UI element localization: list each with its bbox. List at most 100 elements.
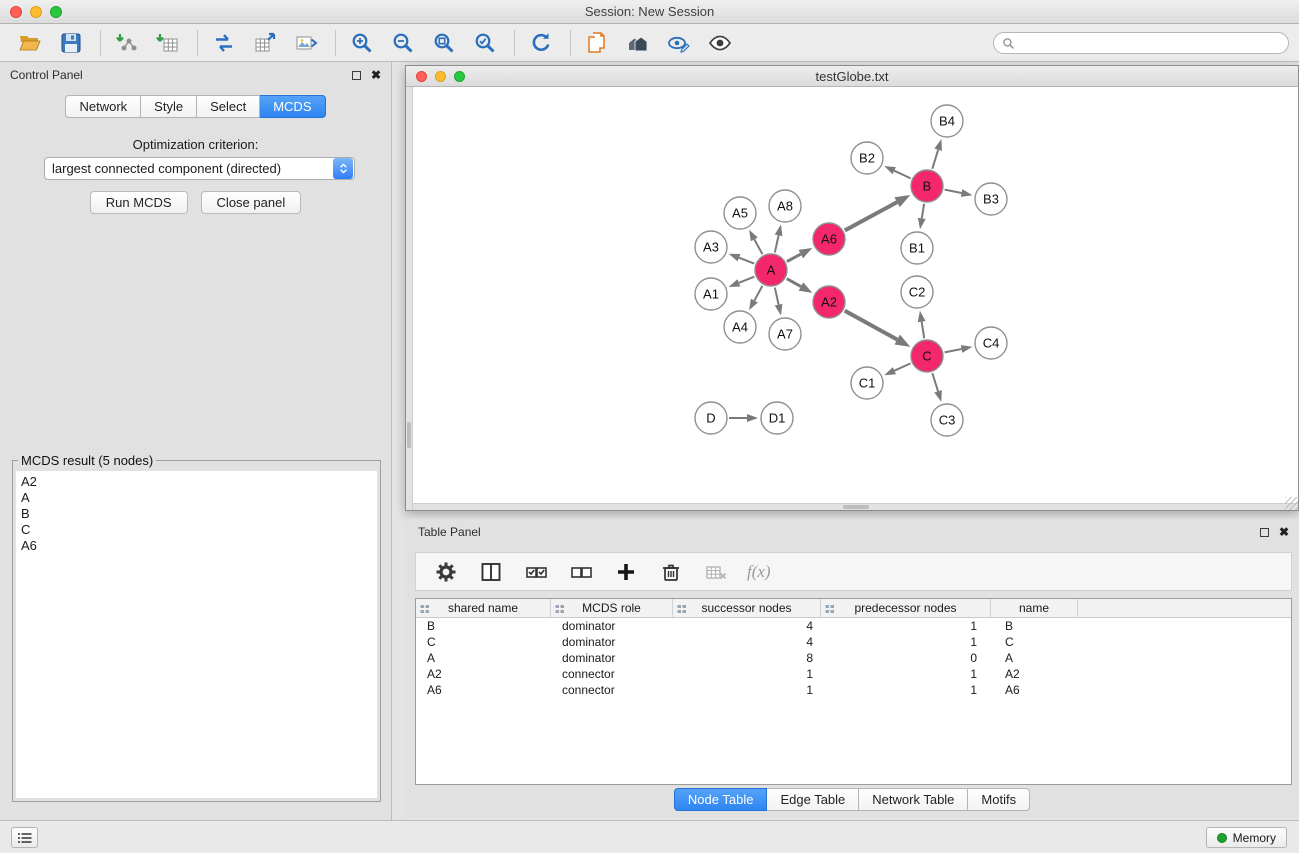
panel-list-button[interactable] (11, 827, 38, 848)
column-visibility-icon[interactable] (475, 557, 507, 587)
optimization-criterion-select[interactable]: largest connected component (directed) (44, 157, 355, 180)
table-row[interactable]: B dominator 4 1 B (416, 618, 1291, 634)
graph-edge-A-A2[interactable] (787, 279, 801, 287)
graph-node-C[interactable]: C (911, 340, 943, 372)
column-header-successor-nodes[interactable]: successor nodes (673, 599, 821, 617)
delete-table-icon[interactable] (700, 557, 732, 587)
close-panel-icon[interactable]: ✖ (1279, 526, 1289, 538)
graph-edge-B-B2[interactable] (894, 171, 911, 179)
graph-edge-C-C1[interactable] (894, 363, 910, 370)
zoom-in-icon[interactable] (346, 28, 378, 58)
zoom-out-icon[interactable] (387, 28, 419, 58)
resize-corner[interactable] (1285, 497, 1298, 510)
graph-node-A7[interactable]: A7 (769, 318, 801, 350)
tab-style[interactable]: Style (141, 95, 197, 118)
graph-node-C3[interactable]: C3 (931, 404, 963, 436)
search-input[interactable] (1020, 34, 1288, 52)
graph-node-A1[interactable]: A1 (695, 278, 727, 310)
select-all-icon[interactable] (520, 557, 552, 587)
apply-layout-icon[interactable] (525, 28, 557, 58)
graph-node-A6[interactable]: A6 (813, 223, 845, 255)
close-panel-button[interactable]: Close panel (201, 191, 302, 214)
import-table-icon[interactable] (152, 28, 184, 58)
delete-row-icon[interactable] (655, 557, 687, 587)
graph-node-A2[interactable]: A2 (813, 286, 845, 318)
zoom-selected-icon[interactable] (469, 28, 501, 58)
table-row[interactable]: C dominator 4 1 C (416, 634, 1291, 650)
table-row[interactable]: A6 connector 1 1 A6 (416, 682, 1291, 698)
column-header-name[interactable]: name (991, 599, 1078, 617)
network-canvas[interactable]: B4 B2 B B3 A5 A8 A6 B1 A3 A A1 C2 A2 A4 A7 C C4 C1 C3 D D1 (406, 87, 1298, 510)
save-session-icon[interactable] (55, 28, 87, 58)
graph-node-A4[interactable]: A4 (724, 311, 756, 343)
graph-edge-B-B3[interactable] (945, 190, 962, 193)
mcds-result-list[interactable]: A2 A B C A6 (16, 471, 377, 798)
import-network-icon[interactable] (111, 28, 143, 58)
export-network-icon[interactable] (208, 28, 240, 58)
graph-node-A5[interactable]: A5 (724, 197, 756, 229)
graph-node-C1[interactable]: C1 (851, 367, 883, 399)
graph-edge-A-A1[interactable] (739, 277, 754, 283)
graph-edge-B-B4[interactable] (932, 150, 938, 169)
column-header-shared-name[interactable]: shared name (416, 599, 551, 617)
tab-network[interactable]: Network (65, 95, 141, 118)
network-window-titlebar[interactable]: testGlobe.txt (406, 66, 1298, 87)
gripper-handle[interactable] (843, 505, 869, 509)
graph-node-A8[interactable]: A8 (769, 190, 801, 222)
graph-node-B3[interactable]: B3 (975, 183, 1007, 215)
float-panel-icon[interactable] (352, 71, 361, 80)
graph-node-A[interactable]: A (755, 254, 787, 286)
open-file-icon[interactable] (14, 28, 46, 58)
graph-node-B4[interactable]: B4 (931, 105, 963, 137)
graph-node-B2[interactable]: B2 (851, 142, 883, 174)
graph-edge-A-A6[interactable] (787, 254, 801, 261)
graph-edge-A6-B[interactable] (845, 202, 897, 230)
graph-node-D1[interactable]: D1 (761, 402, 793, 434)
tab-mcds[interactable]: MCDS (260, 95, 325, 118)
graph-node-B1[interactable]: B1 (901, 232, 933, 264)
graph-edge-A-A7[interactable] (775, 288, 779, 305)
graph-edge-C-C4[interactable] (945, 349, 962, 352)
tab-node-table[interactable]: Node Table (674, 788, 768, 811)
open-recent-session-icon[interactable] (581, 28, 613, 58)
unselect-all-icon[interactable] (565, 557, 597, 587)
graph-node-D[interactable]: D (695, 402, 727, 434)
graph-node-C4[interactable]: C4 (975, 327, 1007, 359)
network-graph[interactable]: B4 B2 B B3 A5 A8 A6 B1 A3 A A1 C2 A2 A4 A7 C C4 C1 C3 D D1 (413, 87, 1298, 503)
table-row[interactable]: A2 connector 1 1 A2 (416, 666, 1291, 682)
tab-motifs[interactable]: Motifs (968, 788, 1030, 811)
close-panel-icon[interactable]: ✖ (371, 69, 381, 81)
graph-edge-A-A3[interactable] (739, 258, 754, 264)
home-icon[interactable] (622, 28, 654, 58)
graph-edge-A2-C[interactable] (845, 311, 897, 340)
export-image-icon[interactable] (290, 28, 322, 58)
apply-function-icon[interactable]: f(x) (747, 562, 771, 582)
graph-edge-A-A4[interactable] (754, 286, 762, 301)
graph-edge-C-C3[interactable] (932, 373, 938, 391)
memory-button[interactable]: Memory (1206, 827, 1287, 848)
gripper-handle[interactable] (407, 422, 411, 448)
settings-gear-icon[interactable] (430, 557, 462, 587)
graph-node-B[interactable]: B (911, 170, 943, 202)
add-row-icon[interactable] (610, 557, 642, 587)
bottom-gripper[interactable] (413, 503, 1298, 510)
table-row[interactable]: A dominator 8 0 A (416, 650, 1291, 666)
export-table-icon[interactable] (249, 28, 281, 58)
graph-edge-C-C2[interactable] (922, 322, 925, 339)
zoom-fit-icon[interactable] (428, 28, 460, 58)
graph-edge-A-A8[interactable] (775, 235, 779, 252)
graph-node-A3[interactable]: A3 (695, 231, 727, 263)
graph-node-C2[interactable]: C2 (901, 276, 933, 308)
graph-edge-B-B1[interactable] (922, 204, 924, 219)
column-header-mcds-role[interactable]: MCDS role (551, 599, 673, 617)
graph-edge-A-A5[interactable] (754, 239, 762, 254)
tab-select[interactable]: Select (197, 95, 260, 118)
run-mcds-button[interactable]: Run MCDS (90, 191, 188, 214)
tab-network-table[interactable]: Network Table (859, 788, 968, 811)
tab-edge-table[interactable]: Edge Table (767, 788, 859, 811)
show-graphics-details-icon[interactable] (663, 28, 695, 58)
left-gripper[interactable] (406, 87, 413, 510)
eye-icon[interactable] (704, 28, 736, 58)
float-panel-icon[interactable] (1260, 528, 1269, 537)
column-header-predecessor-nodes[interactable]: predecessor nodes (821, 599, 991, 617)
